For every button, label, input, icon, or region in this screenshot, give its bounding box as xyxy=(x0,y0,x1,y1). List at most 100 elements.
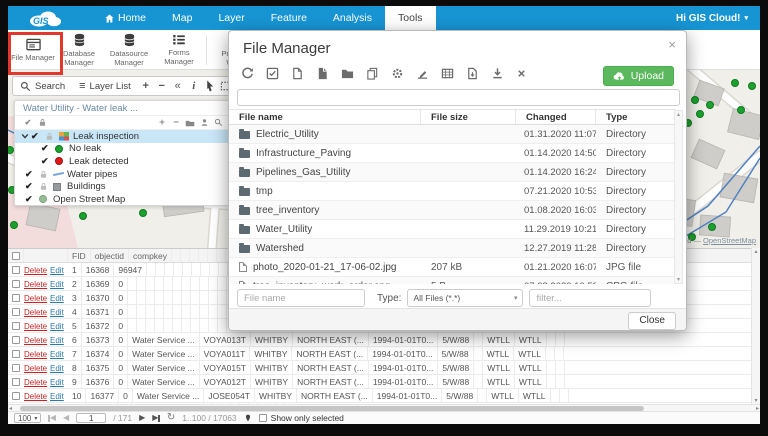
edit-link[interactable]: Edit xyxy=(50,308,64,317)
edit-link[interactable]: Edit xyxy=(50,336,64,345)
close-button[interactable]: Close xyxy=(628,311,676,330)
table-row[interactable]: Delete Edit 9 16376 0 Water Service ... … xyxy=(8,375,760,389)
file-type-select[interactable]: All Files (*.*) ▾ xyxy=(407,289,524,307)
lock-icon[interactable] xyxy=(39,170,53,179)
zoom-in-icon[interactable]: + xyxy=(138,77,154,95)
show-only-selected-toggle[interactable]: Show only selected xyxy=(258,413,344,423)
layer-row[interactable]: ✔ Buildings xyxy=(15,180,231,193)
refresh-icon[interactable]: ↻ xyxy=(167,413,175,423)
edit-link[interactable]: Edit xyxy=(50,280,64,289)
layer-label[interactable]: Leak inspection xyxy=(73,131,139,142)
delete-icon[interactable] xyxy=(516,68,527,79)
file-manager-button[interactable]: File Manager xyxy=(10,37,56,63)
layer-visibility-check[interactable]: ✔ xyxy=(25,169,39,180)
layer-row[interactable]: ✔ Water pipes xyxy=(15,168,231,181)
table-row[interactable]: Delete Edit 8 16375 0 Water Service ... … xyxy=(8,361,760,375)
file-column-header[interactable]: File name xyxy=(229,110,421,124)
first-page-button[interactable]: ◀ xyxy=(48,414,56,422)
column-header[interactable]: FID xyxy=(68,249,91,262)
add-layer-icon[interactable]: + xyxy=(155,117,169,128)
scroll-left-icon[interactable]: ◂ xyxy=(9,405,12,412)
file-row[interactable]: Water_Utility 11.29.2019 10:21:00. Direc… xyxy=(229,220,676,239)
forms-manager-button[interactable]: Forms Manager xyxy=(156,32,202,66)
delete-link[interactable]: Delete xyxy=(24,378,47,387)
edit-link[interactable]: Edit xyxy=(50,364,64,373)
row-checkbox[interactable] xyxy=(12,363,20,372)
layer-row[interactable]: ✔ Leak inspection xyxy=(15,130,231,143)
table-row[interactable]: Delete Edit 10 16377 0 Water Service ...… xyxy=(8,389,760,403)
edit-link[interactable]: Edit xyxy=(50,294,64,303)
column-header[interactable] xyxy=(217,249,227,262)
delete-link[interactable]: Delete xyxy=(24,280,47,289)
layer-label[interactable]: Open Street Map xyxy=(53,194,125,205)
copy-icon[interactable] xyxy=(366,67,379,80)
chevron-down-icon[interactable] xyxy=(19,132,31,140)
settings-icon[interactable] xyxy=(391,67,404,80)
column-header[interactable]: objectid xyxy=(91,249,130,262)
user-menu[interactable]: Hi GIS Cloud! ▾ xyxy=(676,13,748,24)
last-page-button[interactable]: ▶ xyxy=(152,414,160,422)
column-header[interactable] xyxy=(181,249,191,262)
row-checkbox[interactable] xyxy=(12,307,20,316)
file-column-header[interactable]: File size xyxy=(421,110,516,124)
edit-link[interactable]: Edit xyxy=(50,392,64,401)
column-header[interactable] xyxy=(208,249,218,262)
zoom-icon[interactable] xyxy=(211,118,225,127)
scroll-up-icon[interactable]: ▴ xyxy=(677,111,680,118)
nav-item-map[interactable]: Map xyxy=(159,6,205,30)
row-checkbox[interactable] xyxy=(12,279,20,288)
layer-visibility-check[interactable]: ✔ xyxy=(41,143,55,154)
pointer-icon[interactable] xyxy=(202,77,218,95)
delete-link[interactable]: Delete xyxy=(24,392,47,401)
gis-cloud-logo[interactable]: GIS xyxy=(26,8,64,28)
prev-page-button[interactable]: ◀ xyxy=(63,414,69,422)
path-input[interactable] xyxy=(237,89,680,106)
file-row[interactable]: tree_inventory 01.08.2020 16:03:46. Dire… xyxy=(229,201,676,220)
close-icon[interactable]: × xyxy=(668,37,676,52)
row-checkbox[interactable] xyxy=(12,321,20,330)
scroll-up-icon[interactable]: ▴ xyxy=(754,248,757,255)
scrollbar-thumb[interactable] xyxy=(20,405,645,411)
database-manager-button[interactable]: Database Manager xyxy=(56,32,102,67)
refresh-icon[interactable] xyxy=(241,67,254,80)
lock-icon[interactable] xyxy=(39,182,53,191)
zoom-out-icon[interactable]: − xyxy=(154,77,170,95)
filter-input[interactable] xyxy=(529,289,652,307)
new-file-icon[interactable] xyxy=(291,67,304,80)
datasource-manager-button[interactable]: Datasource Manager xyxy=(102,32,156,67)
delete-link[interactable]: Delete xyxy=(24,308,47,317)
show-only-selected-checkbox[interactable] xyxy=(258,414,267,422)
check-all-icon[interactable]: ✔ xyxy=(21,118,35,127)
layer-visibility-check[interactable]: ✔ xyxy=(41,156,55,167)
file-list-scrollbar[interactable]: ▴ ▾ xyxy=(674,110,683,284)
add-file-icon[interactable] xyxy=(316,67,329,80)
delete-link[interactable]: Delete xyxy=(24,266,47,275)
edit-link[interactable]: Edit xyxy=(50,350,64,359)
table-vertical-scrollbar[interactable]: ▴ ▾ xyxy=(751,248,760,404)
layer-row[interactable]: ✔ Leak detected xyxy=(15,155,231,168)
layer-row[interactable]: ✔ Open Street Map xyxy=(15,193,231,205)
lock-icon[interactable] xyxy=(45,132,59,141)
download-icon[interactable] xyxy=(491,67,504,80)
layer-label[interactable]: No leak xyxy=(69,143,101,154)
file-column-header[interactable]: Type xyxy=(596,110,676,124)
file-column-header[interactable]: Changed xyxy=(516,110,596,124)
edit-link[interactable]: Edit xyxy=(50,378,64,387)
row-checkbox[interactable] xyxy=(12,293,20,302)
column-header[interactable]: compkey xyxy=(129,249,173,262)
layer-visibility-check[interactable]: ✔ xyxy=(25,194,39,205)
file-row[interactable]: Pipelines_Gas_Utility 01.14.2020 16:24:1… xyxy=(229,163,676,182)
nav-item-home[interactable]: Home xyxy=(92,6,159,30)
row-checkbox[interactable] xyxy=(12,377,20,386)
row-checkbox[interactable] xyxy=(12,265,20,274)
edit-link[interactable]: Edit xyxy=(50,266,64,275)
row-checkbox[interactable] xyxy=(12,391,20,400)
row-checkbox[interactable] xyxy=(12,335,20,344)
upload-button[interactable]: Upload xyxy=(602,66,674,86)
osm-link[interactable]: OpenStreetMap xyxy=(703,236,756,245)
collapse-icon[interactable]: « xyxy=(170,77,186,95)
delete-link[interactable]: Delete xyxy=(24,336,47,345)
scroll-down-icon[interactable]: ▾ xyxy=(754,397,757,404)
nav-item-analysis[interactable]: Analysis xyxy=(320,6,385,30)
search-button[interactable]: Search xyxy=(13,77,72,95)
